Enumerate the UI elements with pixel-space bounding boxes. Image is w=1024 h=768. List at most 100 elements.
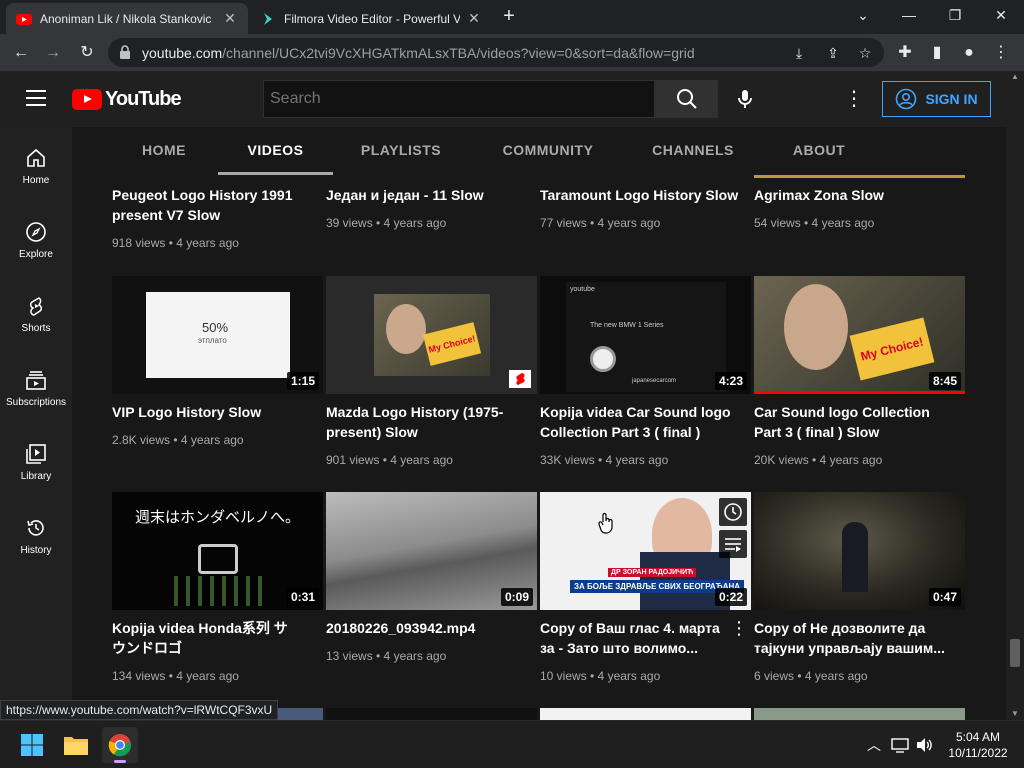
tab-community[interactable]: COMMUNITY xyxy=(486,127,610,175)
video-thumbnail[interactable] xyxy=(326,708,537,720)
bookmark-star-icon[interactable]: ☆ xyxy=(854,42,876,64)
tab-home[interactable]: HOME xyxy=(126,127,202,175)
system-clock[interactable]: 5:04 AM 10/11/2022 xyxy=(944,729,1012,761)
back-arrow-icon[interactable]: ← xyxy=(10,42,32,64)
scroll-down-icon[interactable]: ▼ xyxy=(1006,708,1024,720)
duration-badge: 1:15 xyxy=(286,372,319,390)
video-thumbnail[interactable]: 週末はホンダベルノへ。 0:31 xyxy=(112,492,323,610)
video-title[interactable]: Један и један - 11 Slow xyxy=(326,185,531,205)
watch-later-button[interactable] xyxy=(719,498,747,526)
chrome-menu-icon[interactable]: ⋮ xyxy=(990,42,1012,64)
video-card[interactable]: My Choice! Mazda Logo History (1975- pres… xyxy=(326,276,537,467)
forward-arrow-icon[interactable]: → xyxy=(42,42,64,64)
new-tab-button[interactable]: + xyxy=(498,6,520,28)
tab-playlists[interactable]: PLAYLISTS xyxy=(348,127,454,175)
close-tab-icon[interactable]: ✕ xyxy=(222,10,238,27)
video-title[interactable]: Kopija videa Honda系列 サウンドロゴ xyxy=(112,618,317,658)
video-card[interactable]: youtube The new BMW 1 Series japanesecar… xyxy=(540,276,751,467)
clock-date: 10/11/2022 xyxy=(948,746,1008,760)
thumbnail-subtext: этплато xyxy=(198,336,227,345)
restore-button[interactable]: ❐ xyxy=(942,4,968,26)
hamburger-menu-icon[interactable] xyxy=(26,90,46,106)
scroll-up-icon[interactable]: ▲ xyxy=(1006,71,1024,83)
close-window-button[interactable]: ✕ xyxy=(988,4,1014,26)
video-meta: 33K views • 4 years ago xyxy=(540,453,669,467)
video-card[interactable]: Peugeot Logo History 1991 present V7 Slow… xyxy=(112,175,323,265)
settings-more-icon[interactable]: ⋮ xyxy=(844,88,864,110)
video-options-icon[interactable]: ⋮ xyxy=(730,618,748,640)
tab-about[interactable]: ABOUT xyxy=(780,127,858,175)
guide-item-library[interactable]: Library xyxy=(0,423,72,497)
browser-tab-filmora[interactable]: Filmora Video Editor - Powerful V ✕ xyxy=(250,3,492,34)
video-card[interactable]: 週末はホンダベルノへ。 0:31 Kopija videa Honda系列 サウ… xyxy=(112,492,323,683)
extensions-puzzle-icon[interactable]: ✚ xyxy=(894,42,916,64)
video-thumbnail[interactable]: ДР ЗОРАН РАДОЈИЧИЋ ЗА БОЉЕ ЗДРАВЉЕ СВИХ … xyxy=(540,492,751,610)
video-thumbnail[interactable]: 50% этплато 1:15 xyxy=(112,276,323,394)
video-thumbnail[interactable]: 0:47 xyxy=(754,492,965,610)
sign-in-button[interactable]: SIGN IN xyxy=(882,81,991,117)
share-icon[interactable]: ⇪ xyxy=(822,42,844,64)
tab-channels[interactable]: CHANNELS xyxy=(640,127,746,175)
video-title[interactable]: Kopija videa Car Sound logo Collection Pa… xyxy=(540,402,745,442)
network-icon[interactable] xyxy=(890,735,910,755)
duration-badge: 0:09 xyxy=(500,588,533,606)
profile-avatar-icon[interactable]: ● xyxy=(958,42,980,64)
video-title[interactable]: VIP Logo History Slow xyxy=(112,402,317,422)
video-meta: 10 views • 4 years ago xyxy=(540,669,661,683)
video-card[interactable]: Taramount Logo History Slow 77 views • 4… xyxy=(540,175,751,245)
chevron-up-icon[interactable]: ︿ xyxy=(864,735,884,755)
video-thumbnail[interactable]: youtube The new BMW 1 Series japanesecar… xyxy=(540,276,751,394)
video-thumbnail[interactable] xyxy=(754,708,965,720)
thumbnail-text: 50% xyxy=(202,320,229,335)
scrollbar-thumb[interactable] xyxy=(1010,639,1020,667)
video-card[interactable]: Један и један - 11 Slow 39 views • 4 yea… xyxy=(326,175,537,245)
install-icon[interactable]: ⤓ xyxy=(788,42,810,64)
video-card[interactable]: 0:47 Copy of Не дозволите да тајкуни упра… xyxy=(754,492,965,683)
thumbnail-image: youtube The new BMW 1 Series japanesecar… xyxy=(566,282,726,392)
video-title[interactable]: Copy of Не дозволите да тајкуни управљају… xyxy=(754,618,959,658)
video-card[interactable]: ДР ЗОРАН РАДОЈИЧИЋ ЗА БОЉЕ ЗДРАВЉЕ СВИХ … xyxy=(540,492,751,683)
search-input[interactable] xyxy=(263,80,655,118)
file-explorer-button[interactable] xyxy=(58,727,94,763)
guide-item-subscriptions[interactable]: Subscriptions xyxy=(0,349,72,423)
youtube-logo[interactable]: YouTube xyxy=(72,88,182,110)
video-card[interactable]: My Choice! 8:45 Car Sound logo Collectio… xyxy=(754,276,965,467)
start-button[interactable] xyxy=(14,727,50,763)
browser-tab-youtube[interactable]: Anoniman Lik / Nikola Stankovic ✕ xyxy=(6,3,248,34)
microphone-icon[interactable] xyxy=(734,88,756,110)
guide-item-home[interactable]: Home xyxy=(0,127,72,201)
guide-item-shorts[interactable]: Shorts xyxy=(0,275,72,349)
page-scrollbar[interactable]: ▲ ▼ xyxy=(1006,71,1024,720)
guide-item-history[interactable]: History xyxy=(0,497,72,571)
tab-videos[interactable]: VIDEOS xyxy=(218,127,333,175)
video-title[interactable]: Mazda Logo History (1975- present) Slow xyxy=(326,402,531,442)
side-panel-icon[interactable]: ▮ xyxy=(926,42,948,64)
search-button[interactable] xyxy=(655,80,718,118)
video-thumbnail[interactable]: 0:09 xyxy=(326,492,537,610)
video-thumbnail[interactable]: My Choice! xyxy=(326,276,537,394)
guide-sidebar: Home Explore Shorts Subscriptions Librar… xyxy=(0,127,72,720)
thumbnail-image xyxy=(784,284,848,370)
thumbnail-subtext: ДР ЗОРАН РАДОЈИЧИЋ xyxy=(608,568,697,577)
video-thumbnail[interactable]: My Choice! 8:45 xyxy=(754,276,965,394)
volume-icon[interactable] xyxy=(914,735,934,755)
reload-icon[interactable]: ↻ xyxy=(76,42,98,64)
video-title[interactable]: Copy of Ваш глас 4. марта за - Зато што в… xyxy=(540,618,745,658)
guide-item-explore[interactable]: Explore xyxy=(0,201,72,275)
chrome-taskbar-button[interactable] xyxy=(102,727,138,763)
channel-tabs: HOME VIDEOS PLAYLISTS COMMUNITY CHANNELS… xyxy=(72,127,1015,175)
video-title[interactable]: Taramount Logo History Slow xyxy=(540,185,745,205)
video-title[interactable]: Agrimax Zona Slow xyxy=(754,185,959,205)
video-thumbnail[interactable] xyxy=(540,708,751,720)
video-title[interactable]: Peugeot Logo History 1991 present V7 Slow xyxy=(112,185,317,225)
video-card[interactable]: Agrimax Zona Slow 54 views • 4 years ago xyxy=(754,175,965,245)
video-card[interactable]: 0:09 20180226_093942.mp4 13 views • 4 ye… xyxy=(326,492,537,682)
address-bar[interactable]: youtube.com/channel/UCx2tvi9VcXHGATkmALs… xyxy=(108,38,884,67)
add-to-queue-button[interactable] xyxy=(719,530,747,558)
tab-search-chevron-icon[interactable]: ⌄ xyxy=(850,4,876,26)
video-card[interactable]: 50% этплато 1:15 VIP Logo History Slow 2… xyxy=(112,276,323,466)
video-title[interactable]: 20180226_093942.mp4 xyxy=(326,618,531,638)
close-tab-icon[interactable]: ✕ xyxy=(466,10,482,27)
minimize-button[interactable]: — xyxy=(896,4,922,26)
video-title[interactable]: Car Sound logo Collection Part 3 ( final … xyxy=(754,402,959,442)
